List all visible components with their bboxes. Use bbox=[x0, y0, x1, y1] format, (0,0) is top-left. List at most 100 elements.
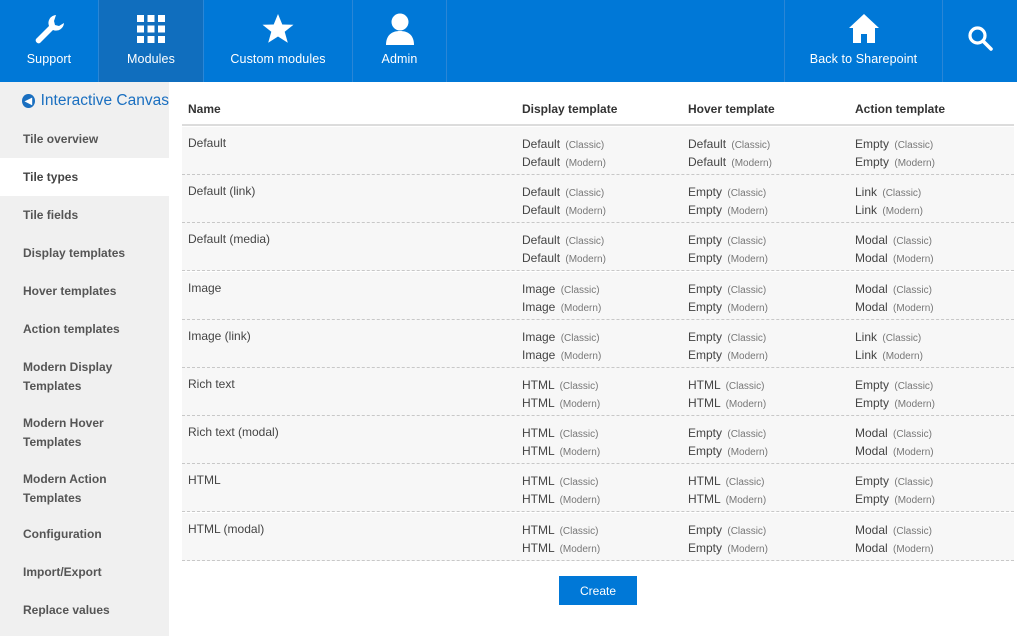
home-icon bbox=[847, 0, 881, 52]
template-type-tag: (Classic) bbox=[893, 284, 932, 296]
hover-template-cell: Default (Classic) Default (Modern) bbox=[688, 136, 772, 172]
nav-modules-label: Modules bbox=[127, 52, 175, 66]
table-row[interactable]: HTML HTML (Classic) HTML (Modern) HTML (Cla… bbox=[182, 464, 1014, 513]
hover-template-modern: Empty (Modern) bbox=[688, 299, 768, 317]
row-name: HTML (modal) bbox=[188, 521, 265, 536]
nav-custom-modules[interactable]: Custom modules bbox=[204, 0, 352, 82]
sidebar-item-label: Modern Display Templates bbox=[23, 360, 113, 393]
hover-template-modern: Empty (Modern) bbox=[688, 202, 768, 220]
sidebar-item-replace-values[interactable]: Replace values bbox=[0, 591, 169, 629]
sidebar-item-modern-hover-templates[interactable]: Modern Hover Templates bbox=[0, 412, 120, 454]
template-type-tag: (Modern) bbox=[893, 302, 934, 314]
sidebar-item-label: Action templates bbox=[23, 321, 120, 336]
template-value: Modal bbox=[855, 233, 888, 248]
template-type-tag: (Classic) bbox=[559, 525, 599, 537]
template-type-tag: (Classic) bbox=[559, 477, 599, 489]
arrow-left-icon: ◀ bbox=[22, 94, 35, 108]
display-template-cell: HTML (Classic) HTML (Modern) bbox=[522, 425, 600, 461]
nav-back-to-sharepoint[interactable]: Back to Sharepoint bbox=[785, 0, 942, 82]
wrench-icon bbox=[32, 0, 66, 52]
nav-support[interactable]: Support bbox=[0, 0, 98, 82]
row-name: Default (media) bbox=[188, 232, 271, 247]
template-type-tag: (Modern) bbox=[725, 399, 767, 410]
template-type-tag: (Classic) bbox=[731, 140, 771, 151]
sidebar-item-modern-action-templates[interactable]: Modern Action Templates bbox=[0, 468, 120, 510]
sidebar-item-action-templates[interactable]: Action templates bbox=[0, 310, 169, 348]
template-value: HTML bbox=[522, 426, 555, 441]
table-row[interactable]: Rich text (modal) HTML (Classic) HTML (Mod… bbox=[182, 416, 1014, 465]
hover-template-classic: HTML (Classic) bbox=[688, 473, 766, 491]
display-template-modern: Default (Modern) bbox=[522, 154, 606, 172]
sidebar-item-label: Configuration bbox=[23, 526, 102, 541]
table-row[interactable]: Image Image (Classic) Image (Modern) Empty … bbox=[182, 271, 1014, 320]
template-type-tag: (Classic) bbox=[727, 284, 767, 296]
template-value: Empty bbox=[855, 155, 890, 169]
search-button[interactable] bbox=[943, 0, 1017, 82]
action-template-classic: Modal (Classic) bbox=[855, 425, 934, 443]
sidebar-item-modern-display-templates[interactable]: Modern Display Templates bbox=[0, 356, 120, 398]
hover-template-cell: Empty (Classic) Empty (Modern) bbox=[688, 522, 768, 558]
hover-template-cell: Empty (Classic) Empty (Modern) bbox=[688, 281, 768, 317]
template-type-tag: (Modern) bbox=[727, 206, 768, 218]
table-row[interactable]: Rich text HTML (Classic) HTML (Modern) HTML… bbox=[182, 368, 1014, 416]
template-type-tag: (Classic) bbox=[893, 525, 932, 537]
template-value: Link bbox=[855, 203, 878, 218]
template-value: Empty bbox=[688, 233, 723, 248]
table-row[interactable]: Default Default (Classic) Default (Modern)… bbox=[182, 127, 1014, 175]
template-type-tag: (Modern) bbox=[559, 543, 601, 555]
sidebar-item-tile-overview[interactable]: Tile overview bbox=[0, 120, 169, 158]
template-type-tag: (Classic) bbox=[559, 429, 599, 441]
sidebar-item-display-templates[interactable]: Display templates bbox=[0, 234, 169, 272]
sidebar-item-hover-templates[interactable]: Hover templates bbox=[0, 272, 169, 310]
nav-admin[interactable]: Admin bbox=[353, 0, 446, 82]
table-row[interactable]: HTML (modal) HTML (Classic) HTML (Modern) E… bbox=[182, 512, 1014, 561]
create-button[interactable]: Create bbox=[559, 576, 637, 605]
action-template-cell: Link (Classic) Link (Modern) bbox=[855, 329, 923, 365]
action-template-modern: Modal (Modern) bbox=[855, 443, 934, 461]
action-template-classic: Empty (Classic) bbox=[855, 473, 935, 491]
action-template-classic: Link (Classic) bbox=[855, 184, 923, 202]
template-value: HTML bbox=[522, 540, 555, 555]
sidebar-item-import-export[interactable]: Import/Export bbox=[0, 553, 169, 591]
nav-modules[interactable]: Modules bbox=[99, 0, 203, 82]
template-type-tag: (Classic) bbox=[727, 332, 767, 344]
display-template-classic: Default (Classic) bbox=[522, 232, 606, 250]
action-template-modern: Empty (Modern) bbox=[855, 491, 935, 509]
template-type-tag: (Classic) bbox=[725, 381, 765, 392]
template-type-tag: (Modern) bbox=[727, 543, 768, 555]
sidebar-item-label: Tile types bbox=[23, 169, 79, 184]
display-template-modern: Default (Modern) bbox=[522, 202, 606, 220]
row-name: Image (link) bbox=[188, 328, 251, 343]
table-row[interactable]: Default (link) Default (Classic) Default (… bbox=[182, 175, 1014, 224]
template-value: Image bbox=[522, 347, 556, 362]
template-type-tag: (Classic) bbox=[565, 140, 605, 151]
template-value: Modal bbox=[855, 522, 888, 537]
display-template-modern: Image (Modern) bbox=[522, 347, 601, 365]
sidebar-item-tile-fields[interactable]: Tile fields bbox=[0, 196, 169, 234]
template-type-tag: (Classic) bbox=[560, 284, 600, 296]
display-template-cell: Image (Classic) Image (Modern) bbox=[522, 281, 601, 317]
table-row[interactable]: Image (link) Image (Classic) Image (Modern… bbox=[182, 319, 1014, 368]
display-template-modern: HTML (Modern) bbox=[522, 443, 600, 461]
hover-template-classic: Empty (Classic) bbox=[688, 184, 768, 202]
template-type-tag: (Modern) bbox=[727, 302, 768, 314]
sidebar-item-tile-types[interactable]: Tile types bbox=[0, 158, 169, 196]
template-value: Empty bbox=[688, 426, 723, 441]
hover-template-cell: HTML (Classic) HTML (Modern) bbox=[688, 377, 766, 413]
hover-template-classic: Empty (Classic) bbox=[688, 522, 768, 540]
nav-back-label: Back to Sharepoint bbox=[809, 52, 918, 66]
sidebar-item-label: Modern Action Templates bbox=[23, 472, 107, 505]
display-template-modern: HTML (Modern) bbox=[522, 491, 600, 509]
table-row[interactable]: Default (media) Default (Classic) Default … bbox=[182, 223, 1014, 272]
template-type-tag: (Modern) bbox=[894, 399, 935, 410]
template-value: Link bbox=[855, 329, 878, 344]
action-template-modern: Empty (Modern) bbox=[855, 395, 935, 413]
hover-template-modern: Empty (Modern) bbox=[688, 250, 768, 268]
action-template-classic: Empty (Classic) bbox=[855, 136, 935, 154]
template-value: Modal bbox=[855, 281, 888, 296]
action-template-modern: Link (Modern) bbox=[855, 202, 923, 220]
template-value: Empty bbox=[688, 203, 723, 218]
app-brand-link[interactable]: ◀ Interactive Canvas bbox=[0, 82, 169, 120]
template-type-tag: (Classic) bbox=[882, 188, 922, 200]
sidebar-item-configuration[interactable]: Configuration bbox=[0, 515, 169, 553]
